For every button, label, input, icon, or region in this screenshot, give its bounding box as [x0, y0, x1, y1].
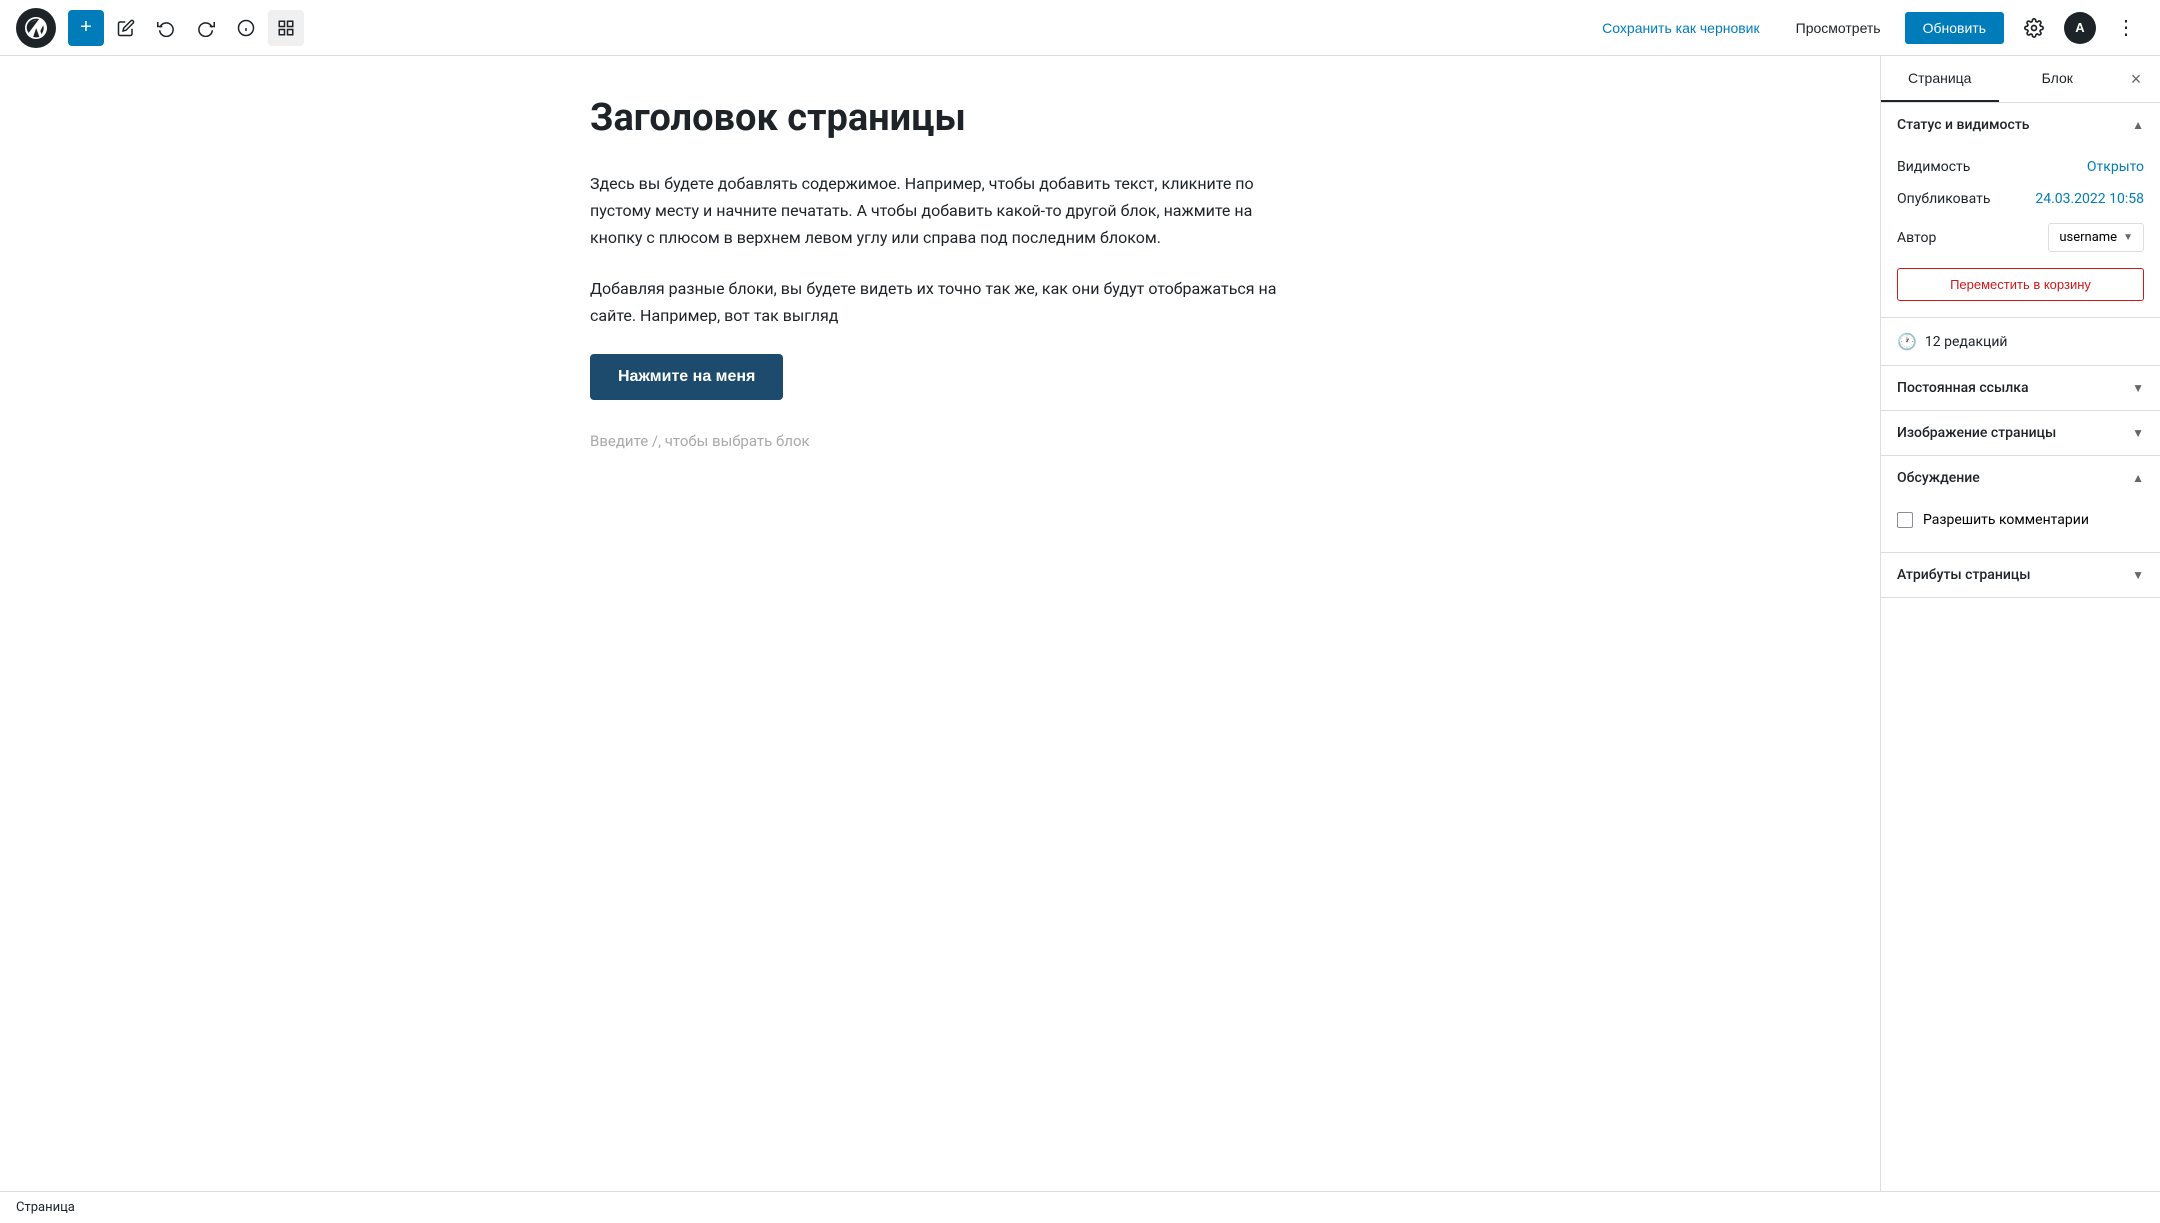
sidebar: Страница Блок × Статус и видимость ▲ Вид… [1880, 56, 2160, 1191]
featured-image-header[interactable]: Изображение страницы ▼ [1881, 411, 2160, 455]
undo-button[interactable] [148, 10, 184, 46]
editor-content: Заголовок страницы Здесь вы будете добав… [570, 96, 1310, 458]
publish-label: Опубликовать [1897, 191, 1991, 207]
attributes-section: Атрибуты страницы ▼ [1881, 553, 2160, 598]
tools-button[interactable] [268, 10, 304, 46]
close-sidebar-button[interactable]: × [2116, 59, 2156, 99]
editor-button[interactable]: Нажмите на меня [590, 354, 783, 400]
page-title[interactable]: Заголовок страницы [590, 96, 1290, 142]
paragraph-block-2[interactable]: Добавляя разные блоки, вы будете видеть … [590, 275, 1290, 329]
tab-block[interactable]: Блок [1999, 56, 2117, 102]
visibility-label: Видимость [1897, 159, 1970, 175]
user-avatar-button[interactable]: A [2064, 12, 2096, 44]
clock-icon: 🕐 [1897, 332, 1917, 351]
publish-value[interactable]: 24.03.2022 10:58 [2035, 191, 2144, 207]
attributes-header[interactable]: Атрибуты страницы ▼ [1881, 553, 2160, 597]
preview-button[interactable]: Просмотреть [1784, 14, 1893, 42]
sidebar-tabs: Страница Блок × [1881, 56, 2160, 103]
save-draft-button[interactable]: Сохранить как черновик [1590, 14, 1771, 42]
discussion-content: Разрешить комментарии [1881, 500, 2160, 552]
toolbar-right: Сохранить как черновик Просмотреть Обнов… [1590, 10, 2144, 46]
discussion-section: Обсуждение ▲ Разрешить комментарии [1881, 456, 2160, 553]
discussion-title: Обсуждение [1897, 470, 1980, 486]
chevron-up-icon-discussion: ▲ [2132, 471, 2144, 485]
add-block-button[interactable]: + [68, 10, 104, 46]
main-area: Заголовок страницы Здесь вы будете добав… [0, 56, 2160, 1191]
revisions-label: 12 редакций [1925, 334, 2008, 350]
comments-row: Разрешить комментарии [1897, 504, 2144, 536]
author-row: Автор username ▼ [1897, 215, 2144, 260]
comments-checkbox[interactable] [1897, 512, 1913, 528]
status-visibility-section: Статус и видимость ▲ Видимость Открыто О… [1881, 103, 2160, 318]
author-select[interactable]: username ▼ [2048, 223, 2144, 252]
update-button[interactable]: Обновить [1905, 12, 2004, 44]
attributes-title: Атрибуты страницы [1897, 567, 2031, 583]
tab-page[interactable]: Страница [1881, 56, 1999, 102]
chevron-down-icon: ▼ [2123, 232, 2133, 243]
more-options-button[interactable]: ⋮ [2108, 10, 2144, 46]
footer-label: Страница [16, 1200, 75, 1215]
button-block: Нажмите на меня [590, 354, 1290, 400]
featured-image-title: Изображение страницы [1897, 425, 2056, 441]
wp-logo[interactable] [16, 8, 56, 48]
comments-label: Разрешить комментарии [1923, 512, 2089, 528]
toolbar-left: + [68, 10, 304, 46]
featured-image-section: Изображение страницы ▼ [1881, 411, 2160, 456]
status-visibility-content: Видимость Открыто Опубликовать 24.03.202… [1881, 147, 2160, 317]
chevron-down-icon-permalink: ▼ [2132, 381, 2144, 395]
edit-button[interactable] [108, 10, 144, 46]
permalink-section: Постоянная ссылка ▼ [1881, 366, 2160, 411]
chevron-up-icon: ▲ [2132, 118, 2144, 132]
toolbar: + Сохранить как черновик Просмотреть Обн… [0, 0, 2160, 56]
author-label: Автор [1897, 230, 1936, 246]
editor-area[interactable]: Заголовок страницы Здесь вы будете добав… [0, 56, 1880, 1191]
settings-button[interactable] [2016, 10, 2052, 46]
visibility-row: Видимость Открыто [1897, 151, 2144, 183]
status-visibility-header[interactable]: Статус и видимость ▲ [1881, 103, 2160, 147]
chevron-down-icon-attrs: ▼ [2132, 568, 2144, 582]
trash-button[interactable]: Переместить в корзину [1897, 268, 2144, 301]
chevron-down-icon-image: ▼ [2132, 426, 2144, 440]
publish-row: Опубликовать 24.03.2022 10:58 [1897, 183, 2144, 215]
status-visibility-title: Статус и видимость [1897, 117, 2030, 133]
revisions-row[interactable]: 🕐 12 редакций [1881, 318, 2160, 366]
visibility-value[interactable]: Открыто [2087, 159, 2144, 175]
info-button[interactable] [228, 10, 264, 46]
plus-icon: + [80, 16, 92, 39]
paragraph-block-1[interactable]: Здесь вы будете добавлять содержимое. На… [590, 170, 1290, 252]
permalink-title: Постоянная ссылка [1897, 380, 2029, 396]
discussion-header[interactable]: Обсуждение ▲ [1881, 456, 2160, 500]
redo-button[interactable] [188, 10, 224, 46]
footer-bar: Страница [0, 1191, 2160, 1223]
block-placeholder[interactable]: Введите /, чтобы выбрать блок [590, 424, 1290, 458]
author-name: username [2059, 230, 2117, 245]
permalink-header[interactable]: Постоянная ссылка ▼ [1881, 366, 2160, 410]
